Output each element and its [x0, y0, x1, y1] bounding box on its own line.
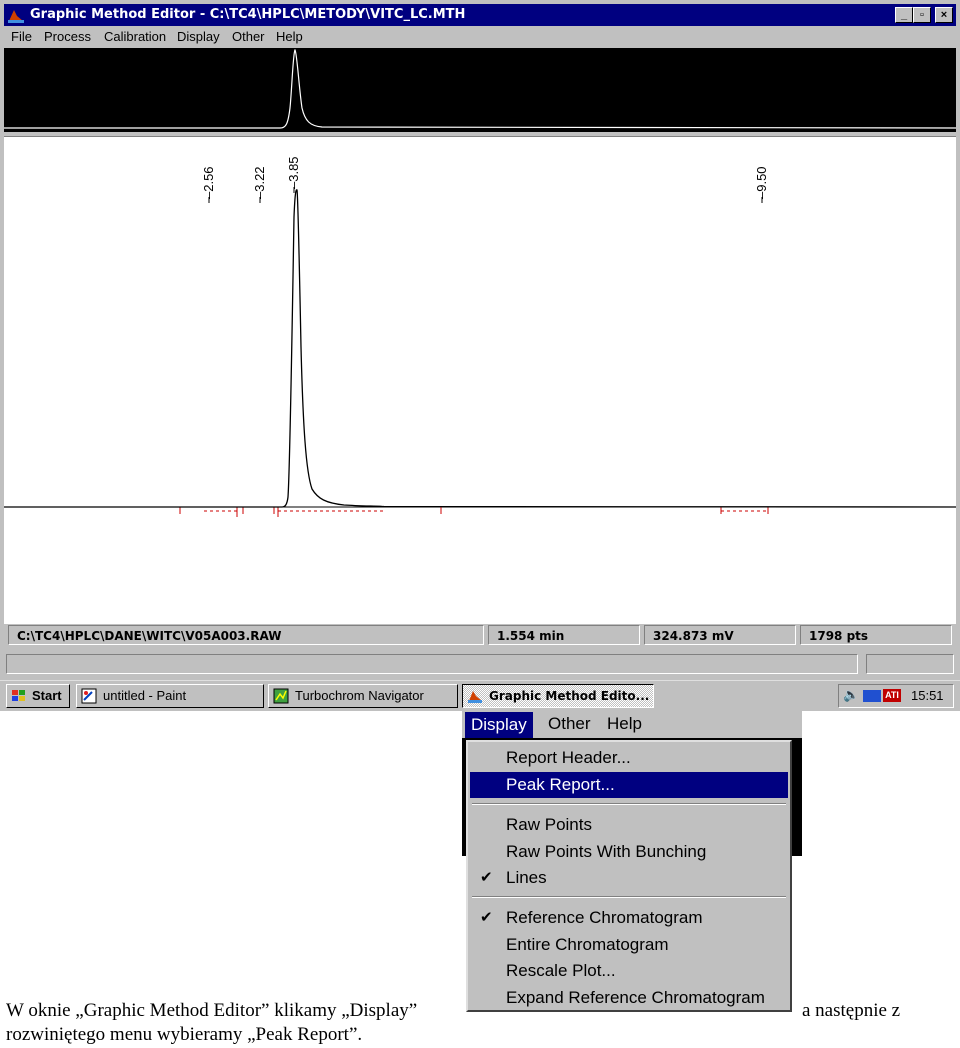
windows-logo-icon: [12, 690, 25, 701]
taskbar: Start untitled - Paint Turbochrom Naviga…: [0, 680, 960, 711]
system-tray: 🔈 ATI 15:51: [838, 684, 954, 708]
restore-button[interactable]: ▫: [913, 7, 931, 23]
taskbar-item-graphic-method-editor[interactable]: Graphic Method Edito...: [462, 684, 654, 708]
paint-icon: [81, 688, 97, 704]
status-bar: C:\TC4\HPLC\DANE\WITC\V05A003.RAW 1.554 …: [4, 624, 956, 648]
menu-file[interactable]: File: [11, 29, 32, 44]
menu-calibration[interactable]: Calibration: [104, 29, 166, 44]
menu-item-label: Rescale Plot...: [506, 961, 616, 980]
status-file-path: C:\TC4\HPLC\DANE\WITC\V05A003.RAW: [8, 625, 484, 645]
window-title: Graphic Method Editor - C:\TC4\HPLC\METO…: [30, 7, 466, 22]
reference-chromatogram-panel[interactable]: [4, 48, 956, 132]
menu-item-reference-chromatogram[interactable]: ✔ Reference Chromatogram: [470, 905, 788, 931]
close-button[interactable]: ×: [935, 7, 953, 23]
speaker-icon[interactable]: 🔈: [843, 687, 859, 703]
peak-label-3-85: –3.85: [286, 156, 301, 189]
status-signal: 324.873 mV: [644, 625, 796, 645]
menu-item-label: Reference Chromatogram: [506, 908, 703, 927]
turbochrom-icon: [273, 688, 289, 704]
menu-item-label: Raw Points With Bunching: [506, 842, 707, 861]
start-button[interactable]: Start: [6, 684, 70, 708]
ati-icon[interactable]: ATI: [883, 689, 901, 702]
app-icon: [468, 691, 482, 703]
menu-item-report-header[interactable]: Report Header...: [470, 745, 788, 771]
menu-item-rescale-plot[interactable]: Rescale Plot...: [470, 958, 788, 984]
peak-label-3-22: –3.22: [252, 166, 267, 199]
menu-item-raw-points-bunching[interactable]: Raw Points With Bunching: [470, 839, 788, 865]
menu-other[interactable]: Other: [232, 29, 265, 44]
menu-separator: [472, 803, 786, 805]
status-points: 1798 pts: [800, 625, 952, 645]
menu-item-raw-points[interactable]: Raw Points: [470, 812, 788, 838]
menu-item-label: Expand Reference Chromatogram: [506, 988, 765, 1007]
display-dropdown-menu: Report Header... Peak Report... Raw Poin…: [466, 740, 792, 1012]
menu-bar: File Process Calibration Display Other H…: [4, 27, 956, 47]
menu-help[interactable]: Help: [607, 714, 642, 734]
zoom-icon[interactable]: [863, 690, 881, 702]
menu-bar-crop: Display Other Help: [462, 710, 802, 738]
taskbar-item-turbochrom[interactable]: Turbochrom Navigator: [268, 684, 458, 708]
chromatogram-plot[interactable]: –2.56 –3.22 –3.85 –9.50: [4, 136, 956, 624]
menu-item-label: Entire Chromatogram: [506, 935, 669, 954]
minimize-button[interactable]: _: [895, 7, 913, 23]
menu-item-label: Raw Points: [506, 815, 592, 834]
peak-label-9-50: –9.50: [754, 166, 769, 199]
reference-trace: [4, 48, 956, 129]
peak-label-2-56: –2.56: [201, 166, 216, 199]
menu-item-expand-reference[interactable]: Expand Reference Chromatogram: [470, 985, 788, 1011]
graphic-method-editor-window: Graphic Method Editor - C:\TC4\HPLC\METO…: [0, 0, 960, 680]
menu-display[interactable]: Display: [177, 29, 220, 44]
chromatogram-trace: [4, 189, 956, 508]
app-icon: [8, 10, 24, 23]
start-label: Start: [32, 688, 62, 703]
menu-item-label: Report Header...: [506, 748, 631, 767]
menu-help[interactable]: Help: [276, 29, 303, 44]
status-time: 1.554 min: [488, 625, 640, 645]
progress-indicator: [866, 654, 954, 674]
menu-other[interactable]: Other: [548, 714, 591, 734]
checkmark-icon: ✔: [480, 869, 493, 886]
checkmark-icon: ✔: [480, 909, 493, 926]
instruction-text-line2: rozwiniętego menu wybieramy „Peak Report…: [6, 1024, 363, 1045]
integration-markers: [179, 507, 769, 517]
instruction-text-line1: W oknie „Graphic Method Editor” klikamy …: [6, 1000, 418, 1021]
taskbar-item-label: Turbochrom Navigator: [295, 688, 424, 703]
menu-item-label: Lines: [506, 868, 547, 887]
progress-bar: [6, 654, 858, 674]
menu-process[interactable]: Process: [44, 29, 91, 44]
menu-separator: [472, 896, 786, 898]
taskbar-item-label: untitled - Paint: [103, 688, 187, 703]
menu-display-open[interactable]: Display: [465, 712, 533, 738]
title-bar[interactable]: Graphic Method Editor - C:\TC4\HPLC\METO…: [4, 4, 956, 26]
menu-item-entire-chromatogram[interactable]: Entire Chromatogram: [470, 932, 788, 958]
taskbar-item-label: Graphic Method Edito...: [489, 689, 650, 703]
menu-item-label: Peak Report...: [506, 775, 615, 794]
menu-item-lines[interactable]: ✔ Lines: [470, 865, 788, 891]
instruction-text-line1-end: a następnie z: [802, 1000, 901, 1021]
clock: 15:51: [911, 688, 944, 703]
menu-item-peak-report[interactable]: Peak Report...: [470, 772, 788, 798]
taskbar-item-paint[interactable]: untitled - Paint: [76, 684, 264, 708]
